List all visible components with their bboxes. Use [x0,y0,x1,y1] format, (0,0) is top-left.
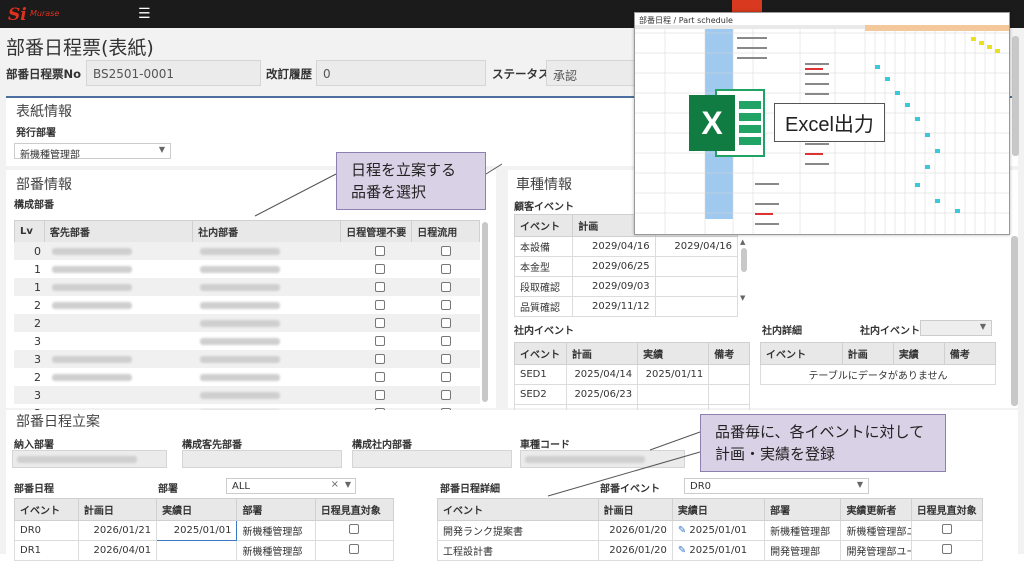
callout-text: 計画・実績を登録 [715,445,836,463]
callout-text: 品番毎に、各イベントに対して [715,423,925,441]
callout-register-plan: 品番毎に、各イベントに対して 計画・実績を登録 [700,414,946,472]
callout-select-part: 日程を立案する 品番を選択 [336,152,486,210]
callout-text: 品番を選択 [351,183,427,201]
callout-text: 日程を立案する [351,161,457,179]
